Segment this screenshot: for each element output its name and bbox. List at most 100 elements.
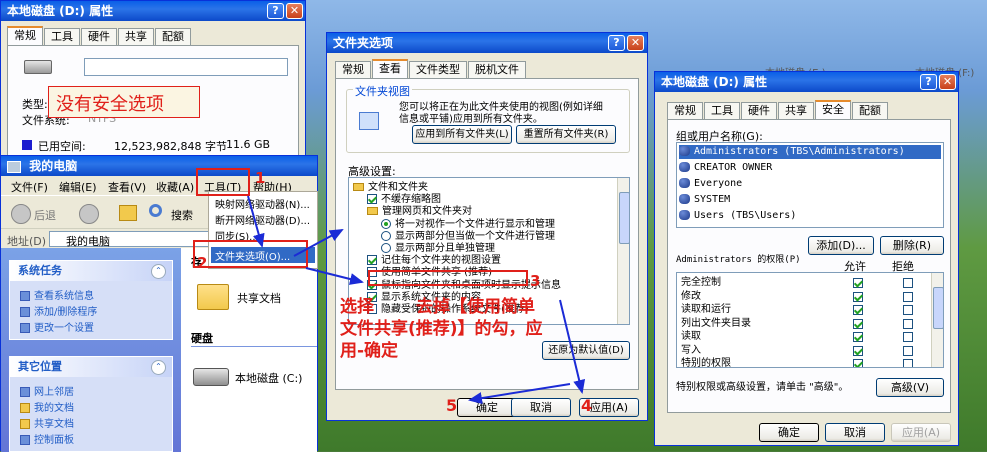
close-button[interactable]: ✕ (939, 74, 956, 90)
place-control-panel[interactable]: 控制面板 (20, 431, 74, 446)
deny-checkbox[interactable] (903, 278, 913, 288)
ok-button[interactable]: 确定 (457, 398, 517, 417)
user-list-item[interactable]: Everyone (679, 177, 941, 191)
folder-options-titlebar: 文件夹选项 (327, 33, 647, 53)
up-folder-icon[interactable] (119, 205, 137, 221)
help-button[interactable]: ? (920, 74, 937, 90)
place-my-documents[interactable]: 我的文档 (20, 399, 74, 414)
cancel-button[interactable]: 取消 (511, 398, 571, 417)
tab-quota[interactable]: 配额 (155, 28, 191, 45)
tab-general[interactable]: 常规 (667, 102, 703, 119)
advanced-setting-item[interactable]: 不缓存缩略图 (367, 194, 441, 206)
radio-button[interactable] (381, 243, 391, 253)
disks-header: 硬盘 (191, 332, 213, 345)
folder-icon (197, 284, 229, 310)
user-name: CREATOR OWNER (694, 162, 773, 173)
collapse-chevron-icon[interactable]: ⌃ (151, 360, 166, 375)
back-button-label[interactable]: 后退 (34, 207, 56, 223)
collapse-chevron-icon[interactable]: ⌃ (151, 264, 166, 279)
add-user-button[interactable]: 添加(D)... (808, 236, 874, 255)
advanced-setting-item[interactable]: 将一对视作一个文件进行显示和管理 (381, 218, 555, 231)
allow-checkbox[interactable] (853, 291, 863, 302)
user-list-item[interactable]: Administrators (TBS\Administrators) (679, 145, 941, 159)
allow-checkbox[interactable] (853, 318, 863, 329)
menu-view[interactable]: 查看(V) (108, 179, 146, 195)
user-list-item[interactable]: SYSTEM (679, 193, 941, 207)
permission-label: 写入 (681, 344, 701, 356)
tab-sharing[interactable]: 共享 (778, 102, 814, 119)
scroll-thumb[interactable] (619, 192, 629, 244)
cancel-button[interactable]: 取消 (825, 423, 885, 442)
menu-map-drive[interactable]: 映射网络驱动器(N)... (215, 196, 310, 211)
volume-label-input[interactable] (84, 58, 288, 76)
back-icon[interactable] (11, 204, 31, 224)
shared-docs-item[interactable]: 共享文档 (197, 284, 317, 314)
checkbox[interactable] (367, 255, 377, 266)
place-shared-documents[interactable]: 共享文档 (20, 415, 74, 430)
ok-button[interactable]: 确定 (759, 423, 819, 442)
help-button[interactable]: ? (608, 35, 625, 51)
tab-quota[interactable]: 配额 (852, 102, 888, 119)
user-list-item[interactable]: CREATOR OWNER (679, 161, 941, 175)
radio-button[interactable] (381, 218, 391, 229)
deny-checkbox[interactable] (903, 318, 913, 329)
help-button[interactable]: ? (267, 3, 284, 19)
tab-view[interactable]: 查看 (372, 59, 408, 78)
task-change-setting[interactable]: 更改一个设置 (20, 319, 94, 334)
deny-checkbox[interactable] (903, 291, 913, 302)
menu-edit[interactable]: 编辑(E) (59, 179, 97, 195)
allow-checkbox[interactable] (853, 305, 863, 315)
advanced-setting-item[interactable]: 显示两部分但当做一个文件进行管理 (381, 230, 555, 243)
tab-security[interactable]: 安全 (815, 100, 851, 119)
forward-icon[interactable] (79, 204, 99, 224)
scroll-thumb[interactable] (933, 287, 943, 329)
task-add-remove-programs[interactable]: 添加/删除程序 (20, 303, 97, 318)
tab-file-types[interactable]: 文件类型 (409, 61, 467, 78)
place-network[interactable]: 网上邻居 (20, 383, 74, 398)
remove-user-button[interactable]: 删除(R) (880, 236, 944, 255)
apply-button[interactable]: 应用(A) (891, 423, 951, 442)
menu-favorites[interactable]: 收藏(A) (156, 179, 194, 195)
task-view-system-info[interactable]: 查看系统信息 (20, 287, 94, 302)
local-disk-c-item[interactable]: 本地磁盘 (C:) (193, 364, 317, 394)
advanced-setting-item[interactable]: 显示两部分且单独管理 (381, 243, 495, 255)
user-list-item[interactable]: Users (TBS\Users) (679, 209, 941, 223)
search-icon[interactable] (149, 204, 162, 217)
disk-properties-window: 本地磁盘 (D:) 属性 ? ✕ 常规 工具 硬件 共享 配额 类型: 文件系统… (0, 0, 306, 160)
tab-general[interactable]: 常规 (7, 26, 43, 45)
allow-checkbox[interactable] (853, 345, 863, 356)
close-button[interactable]: ✕ (627, 35, 644, 51)
tab-general[interactable]: 常规 (335, 61, 371, 78)
permissions-list: 完全控制 修改 读取和运行 列出文件夹目录 读取 写入 特别的权限 (676, 272, 944, 368)
deny-checkbox[interactable] (903, 345, 913, 356)
checkbox[interactable] (367, 194, 377, 205)
allow-checkbox[interactable] (853, 278, 863, 288)
advanced-button[interactable]: 高级(V) (876, 378, 944, 397)
window-title: 文件夹选项 (333, 36, 394, 50)
deny-checkbox[interactable] (903, 305, 913, 315)
permission-row: 读取和运行 (681, 304, 921, 316)
tab-hardware[interactable]: 硬件 (81, 28, 117, 45)
allow-checkbox[interactable] (853, 359, 863, 367)
menu-disconnect-drive[interactable]: 断开网络驱动器(D)... (215, 212, 310, 227)
apply-to-all-folders-button[interactable]: 应用到所有文件夹(L) (412, 125, 512, 144)
deny-checkbox[interactable] (903, 332, 913, 342)
permission-row: 写入 (681, 345, 921, 357)
user-group-icon (679, 194, 690, 204)
tab-tools[interactable]: 工具 (704, 102, 740, 119)
advanced-setting-item[interactable]: 记住每个文件夹的视图设置 (367, 255, 501, 267)
tab-hardware[interactable]: 硬件 (741, 102, 777, 119)
menu-file[interactable]: 文件(F) (11, 179, 48, 195)
tab-offline-files[interactable]: 脱机文件 (468, 61, 526, 78)
search-button-label[interactable]: 搜索 (171, 207, 193, 223)
network-icon (20, 387, 30, 397)
deny-checkbox[interactable] (903, 359, 913, 367)
allow-checkbox[interactable] (853, 332, 863, 342)
close-button[interactable]: ✕ (286, 3, 303, 19)
tab-tools[interactable]: 工具 (44, 28, 80, 45)
permissions-scrollbar[interactable] (931, 273, 943, 367)
reset-all-folders-button[interactable]: 重置所有文件夹(R) (516, 125, 616, 144)
folder-views-title: 文件夹视图 (353, 83, 412, 99)
tab-sharing[interactable]: 共享 (118, 28, 154, 45)
radio-button[interactable] (381, 230, 391, 241)
